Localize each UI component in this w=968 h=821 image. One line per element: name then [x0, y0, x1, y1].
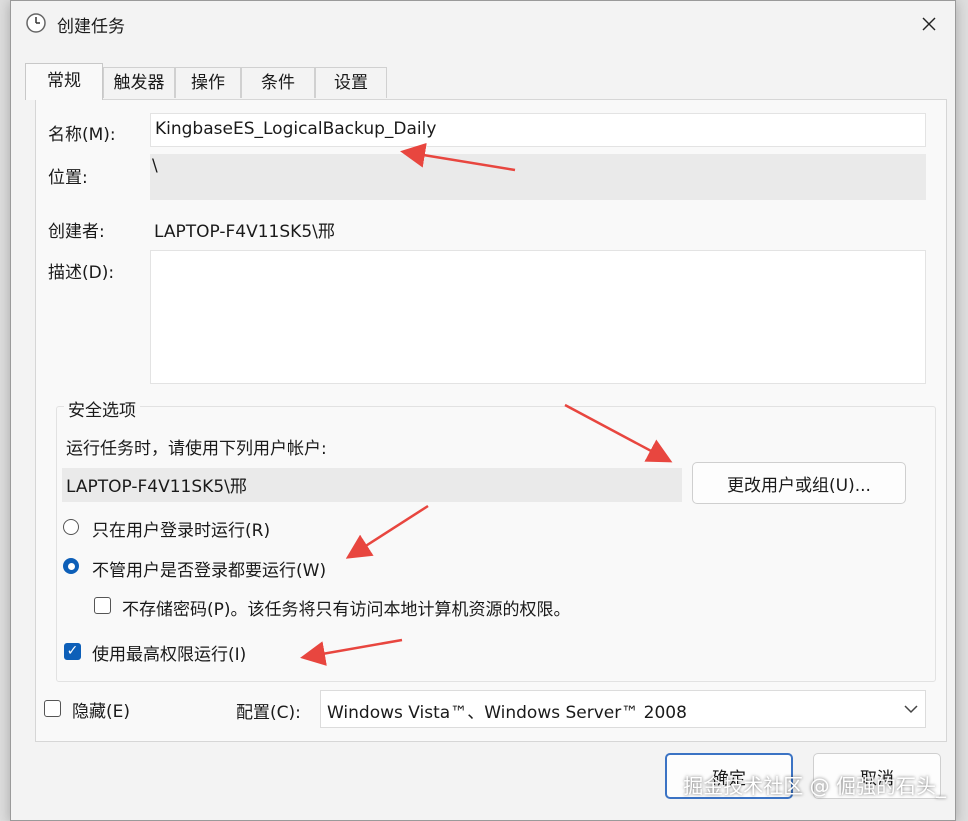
author-label: 创建者:	[48, 222, 105, 242]
run-as-value: LAPTOP-F4V11SK5\邢	[66, 477, 247, 497]
configure-value: Windows Vista™、Windows Server™ 2008	[327, 703, 687, 723]
chevron-down-icon	[904, 705, 918, 714]
radio-logged-on-label: 只在用户登录时运行(R)	[92, 521, 271, 541]
change-user-button[interactable]: 更改用户或组(U)...	[692, 462, 906, 504]
radio-whether-logged-label: 不管用户是否登录都要运行(W)	[92, 561, 327, 581]
title-bar: 创建任务	[11, 1, 955, 47]
radio-whether-logged[interactable]	[63, 558, 79, 574]
general-panel: 名称(M): KingbaseES_LogicalBackup_Daily 位置…	[35, 99, 947, 742]
author-value: LAPTOP-F4V11SK5\邢	[154, 222, 335, 242]
window-title: 创建任务	[57, 17, 125, 37]
checkmark-icon: ✓	[66, 643, 79, 659]
create-task-dialog: 创建任务 常规 触发器 操作 条件 设置 名称(M): KingbaseES_L…	[10, 0, 956, 821]
no-store-password-label: 不存储密码(P)。该任务将只有访问本地计算机资源的权限。	[122, 600, 571, 620]
close-button[interactable]	[911, 7, 947, 41]
name-value: KingbaseES_LogicalBackup_Daily	[155, 119, 437, 139]
location-field: \	[150, 154, 926, 200]
name-field[interactable]: KingbaseES_LogicalBackup_Daily	[150, 113, 926, 147]
highest-privileges-label: 使用最高权限运行(I)	[92, 645, 247, 665]
tab-actions[interactable]: 操作	[175, 67, 241, 98]
run-as-label: 运行任务时，请使用下列用户帐户:	[66, 439, 327, 459]
tab-settings[interactable]: 设置	[315, 67, 387, 98]
configure-label: 配置(C):	[236, 703, 301, 723]
close-icon	[922, 17, 936, 31]
security-group-title: 安全选项	[64, 396, 140, 421]
description-label: 描述(D):	[48, 263, 115, 283]
hidden-label: 隐藏(E)	[72, 702, 131, 722]
run-as-field: LAPTOP-F4V11SK5\邢	[62, 468, 682, 502]
radio-logged-on[interactable]	[63, 519, 79, 535]
clock-icon	[26, 13, 46, 33]
no-store-password-checkbox[interactable]	[94, 597, 111, 614]
configure-select[interactable]: Windows Vista™、Windows Server™ 2008	[320, 690, 926, 728]
name-label: 名称(M):	[48, 125, 116, 145]
location-label: 位置:	[48, 168, 88, 188]
tab-triggers[interactable]: 触发器	[103, 67, 175, 98]
tab-general[interactable]: 常规	[25, 63, 103, 100]
highest-privileges-checkbox[interactable]: ✓	[64, 643, 81, 660]
watermark: 掘金技术社区 @ 倔强的石头_	[683, 774, 946, 798]
description-field[interactable]	[150, 250, 926, 384]
location-value: \	[152, 156, 158, 176]
tab-conditions[interactable]: 条件	[241, 67, 315, 98]
hidden-checkbox[interactable]	[44, 700, 61, 717]
